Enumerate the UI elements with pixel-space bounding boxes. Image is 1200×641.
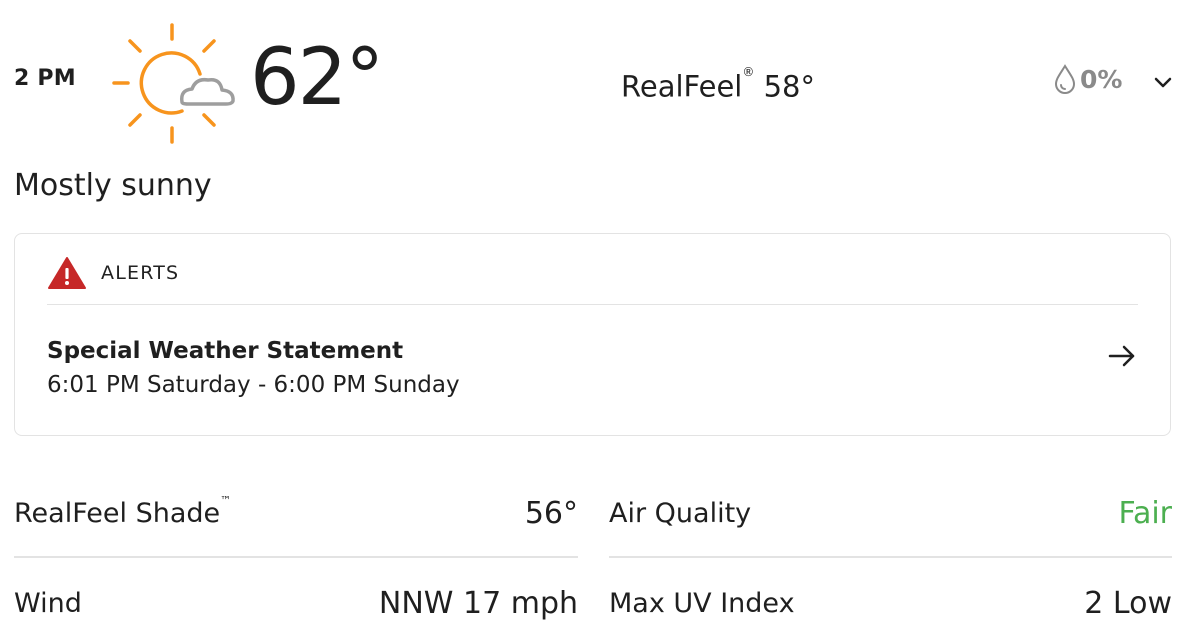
detail-value: NNW 17 mph xyxy=(378,585,578,621)
arrow-right-icon[interactable] xyxy=(1106,340,1138,372)
hourly-forecast-card: 2 PM 62° RealFeel® 58° 0% Mostly sunny A… xyxy=(0,0,1200,641)
detail-value: 2 Low xyxy=(1084,585,1172,621)
detail-row-air-quality: Air Quality Fair xyxy=(609,470,1172,558)
alert-time-range: 6:01 PM Saturday - 6:00 PM Sunday xyxy=(47,372,460,398)
realfeel-label: RealFeel xyxy=(621,69,743,104)
forecast-time: 2 PM xyxy=(14,66,76,91)
raindrop-icon xyxy=(1054,64,1076,94)
detail-label: Wind xyxy=(14,587,82,619)
alert-item[interactable]: Special Weather Statement 6:01 PM Saturd… xyxy=(47,334,1138,414)
registered-mark: ® xyxy=(742,65,755,79)
detail-row-realfeel-shade: RealFeel Shade™ 56° xyxy=(14,470,578,558)
alerts-header: ALERTS xyxy=(47,256,179,290)
detail-row-max-uv-index: Max UV Index 2 Low xyxy=(609,559,1172,641)
detail-row-wind: Wind NNW 17 mph xyxy=(14,559,578,641)
air-quality-value: Fair xyxy=(1118,495,1172,531)
realfeel-value: 58° xyxy=(763,69,815,104)
detail-label: Air Quality xyxy=(609,497,752,529)
divider xyxy=(47,304,1138,305)
chevron-down-icon[interactable] xyxy=(1152,72,1174,94)
precipitation-value: 0% xyxy=(1080,64,1123,94)
temperature: 62° xyxy=(250,33,384,123)
detail-value: 56° xyxy=(524,495,578,531)
mostly-sunny-icon xyxy=(112,23,235,144)
realfeel: RealFeel® 58° xyxy=(621,62,815,107)
detail-label: RealFeel Shade™ xyxy=(14,493,232,529)
detail-label: Max UV Index xyxy=(609,587,795,619)
weather-phrase: Mostly sunny xyxy=(14,168,212,203)
warning-icon xyxy=(48,257,86,289)
alerts-card: ALERTS Special Weather Statement 6:01 PM… xyxy=(14,233,1171,436)
precipitation: 0% xyxy=(1054,64,1122,94)
alert-title: Special Weather Statement xyxy=(47,338,404,364)
alerts-label: ALERTS xyxy=(101,262,180,284)
